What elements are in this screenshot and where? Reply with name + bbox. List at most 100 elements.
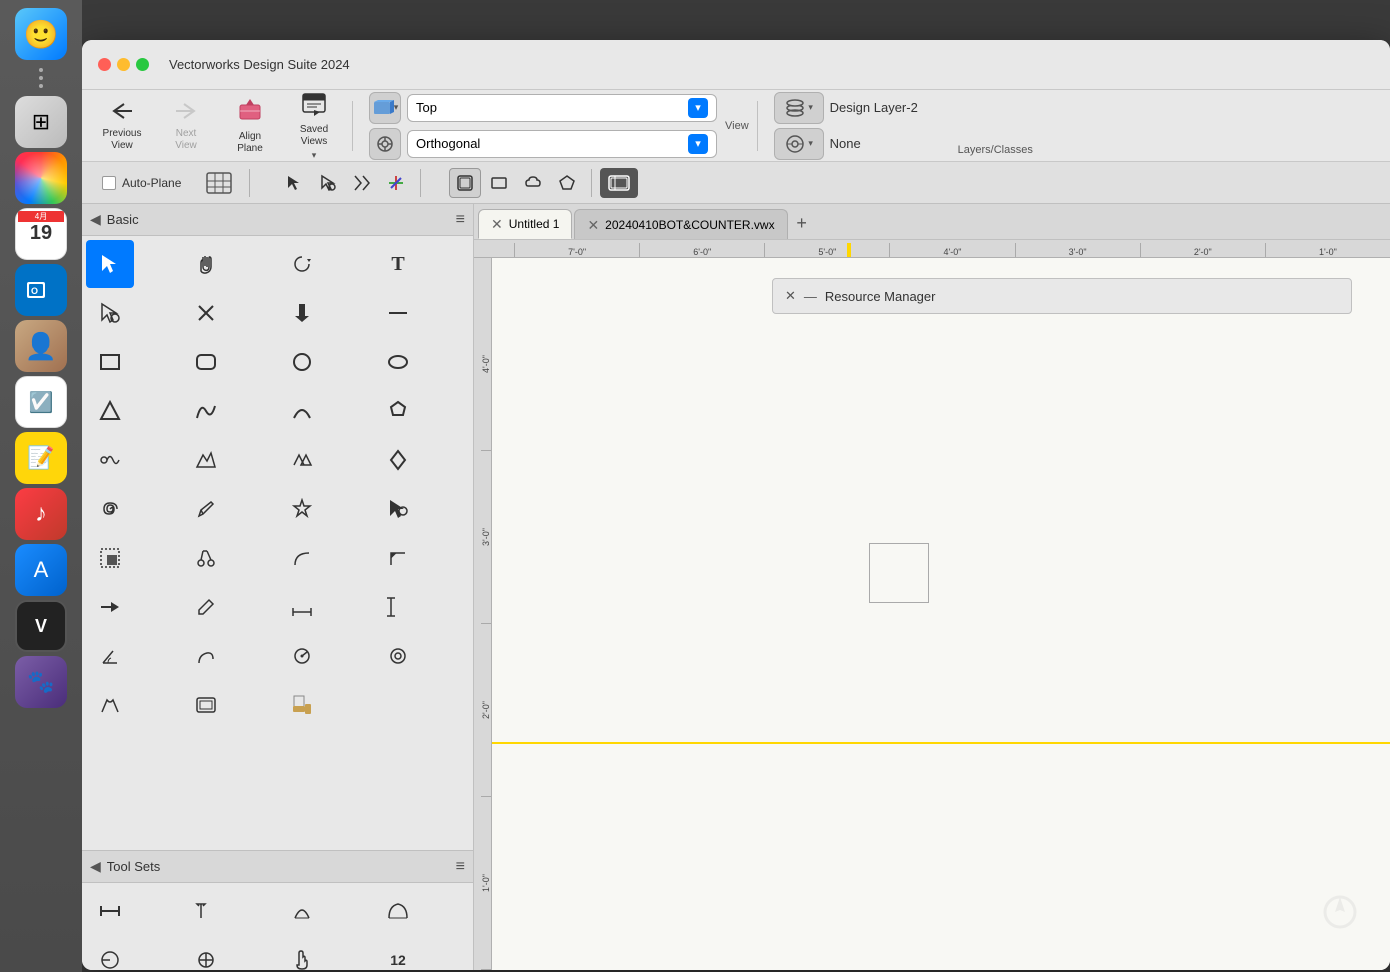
tool-star[interactable]	[278, 485, 326, 533]
minimize-button[interactable]	[117, 58, 130, 71]
toolset-arc[interactable]	[278, 887, 326, 935]
canvas[interactable]: ✕ — Resource Manager	[492, 258, 1390, 970]
tool-rect[interactable]	[86, 338, 134, 386]
tools-sets-menu-icon[interactable]: ≡	[456, 858, 465, 876]
toolset-dim-h[interactable]	[86, 887, 134, 935]
tools-collapse-icon[interactable]: ◀	[90, 211, 101, 228]
dock-notes[interactable]: 📝	[15, 432, 67, 484]
dock-photos[interactable]	[15, 152, 67, 204]
snap-btn-rect[interactable]	[483, 168, 515, 198]
tab-untitled[interactable]: ✕ Untitled 1	[478, 209, 572, 239]
classes-icon-btn[interactable]: ▾	[774, 128, 824, 160]
tab-untitled-close[interactable]: ✕	[491, 217, 503, 231]
tool-ellipse[interactable]	[374, 338, 422, 386]
tool-arrow-right[interactable]	[86, 583, 134, 631]
dock-music[interactable]: ♪	[15, 488, 67, 540]
tool-pointer[interactable]	[86, 240, 134, 288]
tool-cut[interactable]	[182, 534, 230, 582]
dock-reminders[interactable]: ☑️	[15, 376, 67, 428]
tool-measure2[interactable]	[86, 681, 134, 729]
tools-header-basic: ◀ Basic ≡	[82, 204, 473, 236]
tool-curve[interactable]	[278, 534, 326, 582]
tool-pencil[interactable]	[182, 485, 230, 533]
tool-measure[interactable]	[278, 632, 326, 680]
maximize-button[interactable]	[136, 58, 149, 71]
tab-counter-close[interactable]: ✕	[587, 218, 599, 232]
next-view-icon	[174, 100, 198, 126]
toolset-dim-v[interactable]	[182, 887, 230, 935]
tool-corner[interactable]	[374, 534, 422, 582]
tool-angle[interactable]	[86, 632, 134, 680]
tool-cross[interactable]	[182, 289, 230, 337]
toolset-number[interactable]: 12	[374, 936, 422, 970]
view-controls: ▾ Top ▾	[369, 92, 717, 160]
view-settings-icon-btn[interactable]	[369, 128, 401, 160]
tool-hand[interactable]	[182, 240, 230, 288]
dock-vectorworks[interactable]: V	[15, 600, 67, 652]
toolset-hand[interactable]	[278, 936, 326, 970]
align-plane-label: AlignPlane	[237, 131, 263, 155]
toolset-arch[interactable]	[374, 887, 422, 935]
dock-paw[interactable]: 🐾	[15, 656, 67, 708]
dock-finder[interactable]: 🙂	[15, 8, 67, 60]
toolset-target[interactable]	[182, 936, 230, 970]
tool-arc[interactable]	[278, 387, 326, 435]
dock-launchpad[interactable]: ⊞	[15, 96, 67, 148]
snap-btn-cloud[interactable]	[517, 168, 549, 198]
tool-arc-dim[interactable]	[182, 632, 230, 680]
tool-dim-h[interactable]	[278, 583, 326, 631]
tool-rounded-rect[interactable]	[182, 338, 230, 386]
tool-spiral[interactable]	[86, 485, 134, 533]
next-view-button[interactable]: NextView	[156, 96, 216, 156]
tool-select2[interactable]	[374, 485, 422, 533]
tool-freehand[interactable]	[86, 436, 134, 484]
tools-sets-collapse-icon[interactable]: ◀	[90, 858, 101, 875]
tool-diamond[interactable]	[374, 436, 422, 484]
tool-select-arrow[interactable]	[86, 289, 134, 337]
close-button[interactable]	[98, 58, 111, 71]
snap-btn-group-move[interactable]	[449, 168, 481, 198]
tools-menu-icon[interactable]: ≡	[456, 211, 465, 229]
dock-calendar[interactable]: 4月 19	[15, 208, 67, 260]
tool-text[interactable]: T	[374, 240, 422, 288]
snap-btn-arrows[interactable]	[312, 168, 344, 198]
align-plane-button[interactable]: AlignPlane	[220, 93, 280, 159]
view-top-dropdown[interactable]: Top ▾	[407, 94, 717, 122]
tool-paint[interactable]	[278, 681, 326, 729]
tool-tv[interactable]	[182, 681, 230, 729]
tool-dim-v[interactable]	[374, 583, 422, 631]
previous-view-button[interactable]: PreviousView	[92, 96, 152, 156]
tab-add-button[interactable]: +	[790, 211, 814, 235]
tool-rotate[interactable]	[278, 240, 326, 288]
toolset-circle[interactable]	[86, 936, 134, 970]
tool-down-arrow[interactable]	[278, 289, 326, 337]
dock-contacts[interactable]: 👤	[15, 320, 67, 372]
snap-btn-polygon[interactable]	[551, 168, 583, 198]
view-ortho-dropdown[interactable]: Orthogonal ▾	[407, 130, 717, 158]
tool-arc2[interactable]	[278, 436, 326, 484]
tab-counter[interactable]: ✕ 20240410BOT&COUNTER.vwx	[574, 209, 787, 239]
snap-btn-special[interactable]	[600, 168, 638, 198]
grid-view-btn[interactable]	[197, 168, 241, 198]
tool-select-box[interactable]	[86, 534, 134, 582]
snap-sep	[249, 169, 250, 197]
resource-manager-minimize-btn[interactable]: —	[804, 289, 817, 304]
tool-ring[interactable]	[374, 632, 422, 680]
auto-plane-checkbox[interactable]	[102, 176, 116, 190]
tool-triangle[interactable]	[86, 387, 134, 435]
view-3d-icon-btn[interactable]: ▾	[369, 92, 401, 124]
tool-mountain[interactable]	[182, 436, 230, 484]
dock-appstore[interactable]: A	[15, 544, 67, 596]
tool-polygon[interactable]	[374, 387, 422, 435]
snap-btn-extend[interactable]	[346, 168, 378, 198]
tool-line[interactable]	[374, 289, 422, 337]
layers-icon-btn[interactable]: ▾	[774, 92, 824, 124]
dock-outlook[interactable]: O	[15, 264, 67, 316]
resource-manager-close-btn[interactable]: ✕	[785, 288, 796, 304]
tool-eraser[interactable]	[182, 583, 230, 631]
tool-circle[interactable]	[278, 338, 326, 386]
tool-bezier[interactable]	[182, 387, 230, 435]
saved-views-button[interactable]: SavedViews ▾	[284, 86, 344, 165]
snap-btn-axis[interactable]	[380, 168, 412, 198]
snap-btn-select[interactable]	[278, 168, 310, 198]
